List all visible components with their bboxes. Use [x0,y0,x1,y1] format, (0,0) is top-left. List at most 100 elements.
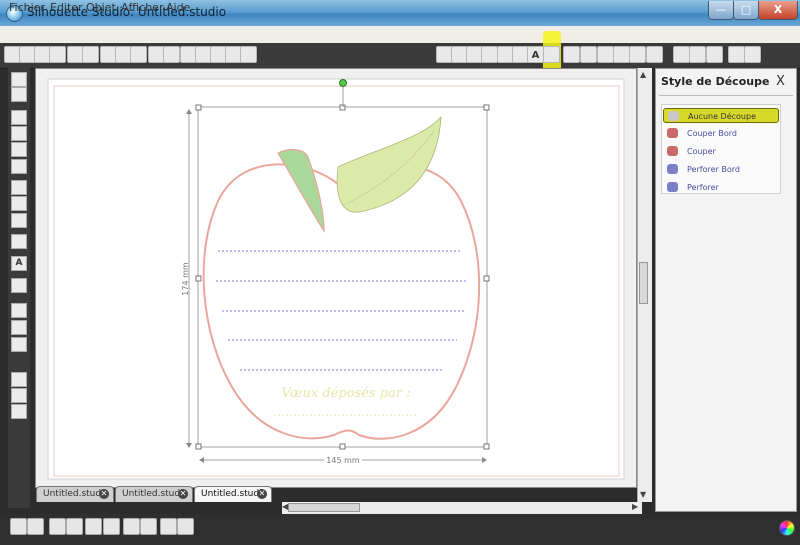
offset-icon[interactable] [160,518,177,535]
document-tab-2[interactable]: Untitled.studio ✕ [115,486,193,502]
transform-icon[interactable] [543,46,560,63]
library-view-icon[interactable] [11,337,27,352]
menu-afficher[interactable]: Afficher [121,1,163,14]
cut-settings-icon[interactable] [689,46,706,63]
line-icon[interactable] [11,110,27,125]
rotate-icon[interactable] [563,46,580,63]
handle-bottom [339,443,346,450]
minimize-button[interactable]: — [708,1,734,20]
document-tab-1[interactable]: Untitled.studio ✕ [36,486,114,502]
handle-bottom-left [195,443,202,450]
text-style-icon[interactable]: A [527,46,544,63]
width-dimension-label: 145 mm [326,456,360,465]
send-icon[interactable] [728,46,745,63]
eraser-icon[interactable] [11,278,27,293]
handle-top-right [483,104,490,111]
panel-divider [659,95,793,96]
tab-close-icon[interactable]: ✕ [178,489,188,499]
handle-bottom-right [483,443,490,450]
send-back-icon[interactable] [140,518,157,535]
close-button[interactable]: X [758,1,798,20]
maximize-button[interactable]: □ [733,1,759,20]
layer-icon[interactable] [11,388,27,403]
menu-objet[interactable]: Objet [86,1,116,14]
cut-option-4[interactable]: Perforer [663,180,779,195]
text-icon[interactable]: A [11,256,27,271]
cut-option-label: Aucune Découpe [688,112,756,121]
line-style-icon[interactable] [481,46,498,63]
menu-fichier[interactable]: Fichier [9,1,45,14]
point-edit-icon[interactable] [11,87,27,102]
handle-top-left [195,104,202,111]
panel-icon[interactable] [11,404,27,419]
panel-close-button[interactable]: X [776,74,785,89]
scale-icon[interactable] [580,46,597,63]
design-store-icon[interactable] [11,372,27,387]
cut-to-silhouette-icon[interactable] [82,46,99,63]
arc-icon[interactable] [11,213,27,228]
vertical-scroll-thumb[interactable] [639,262,648,304]
height-dimension-label: 174 mm [181,262,190,296]
move-icon[interactable] [597,46,614,63]
handle-left [195,275,202,282]
rounded-rect-icon[interactable] [11,142,27,157]
cut-option-label: Perforer Bord [687,165,740,174]
bring-front-icon[interactable] [123,518,140,535]
crop-icon[interactable] [103,518,120,535]
save-as-icon[interactable] [49,46,66,63]
ungroup-icon[interactable] [27,518,44,535]
select-icon[interactable] [11,72,27,87]
scroll-left-arrow[interactable]: ◀ [282,502,288,511]
knife-icon[interactable] [11,303,27,318]
ellipse-icon[interactable] [11,159,27,174]
settings-icon[interactable] [744,46,761,63]
menu-editer[interactable]: Editer [50,1,83,14]
cut-option-label: Perforer [687,183,719,192]
group-icon[interactable] [10,518,27,535]
page-setup-icon[interactable] [11,320,27,335]
trace-icon[interactable] [177,518,194,535]
cut-style-icon [668,111,679,121]
rectangle-icon[interactable] [11,126,27,141]
registration-icon[interactable] [673,46,690,63]
cut-style-icon [667,164,678,174]
cut-option-label: Couper [687,147,716,156]
scroll-right-arrow[interactable]: ▶ [632,502,638,511]
handle-right [483,275,490,282]
intersect-icon[interactable] [85,518,102,535]
cut-option-0[interactable]: Aucune Découpe [663,108,779,123]
tab-close-icon[interactable]: ✕ [257,489,267,499]
color-wheel-icon[interactable] [779,520,795,536]
card-text: Vœux déposés par : [281,386,410,401]
curve-icon[interactable] [11,196,27,211]
replicate-icon[interactable] [613,46,630,63]
scroll-up-arrow[interactable]: ▲ [640,70,646,79]
document-tab-3[interactable]: Untitled.studio ✕ [194,486,272,502]
handle-top [339,104,346,111]
design-page-icon[interactable] [646,46,663,63]
sketch-icon[interactable] [706,46,723,63]
redo-icon[interactable] [163,46,180,63]
menu-aide[interactable]: Aide [166,1,190,14]
cut-option-3[interactable]: Perforer Bord [663,162,779,177]
cut-option-1[interactable]: Couper Bord [663,126,779,141]
polygon-icon[interactable] [11,180,27,195]
cut-option-label: Couper Bord [687,129,737,138]
panel-title: Style de Découpe [661,75,770,88]
horizontal-scroll-thumb[interactable] [288,503,360,512]
subtract-icon[interactable] [66,518,83,535]
freehand-icon[interactable] [11,234,27,249]
rotate-handle [339,79,347,87]
cut-style-icon [667,182,678,192]
store-icon[interactable] [629,46,646,63]
scissors-icon[interactable] [130,46,147,63]
weld-icon[interactable] [49,518,66,535]
scroll-down-arrow[interactable]: ▼ [640,490,646,499]
cut-style-icon [667,128,678,138]
cut-style-icon [667,146,678,156]
bottom-toolbar [0,514,800,545]
menu-bar [0,26,800,44]
tab-close-icon[interactable]: ✕ [99,489,109,499]
cut-option-2[interactable]: Couper [663,144,779,159]
fit-page-icon[interactable] [240,46,257,63]
